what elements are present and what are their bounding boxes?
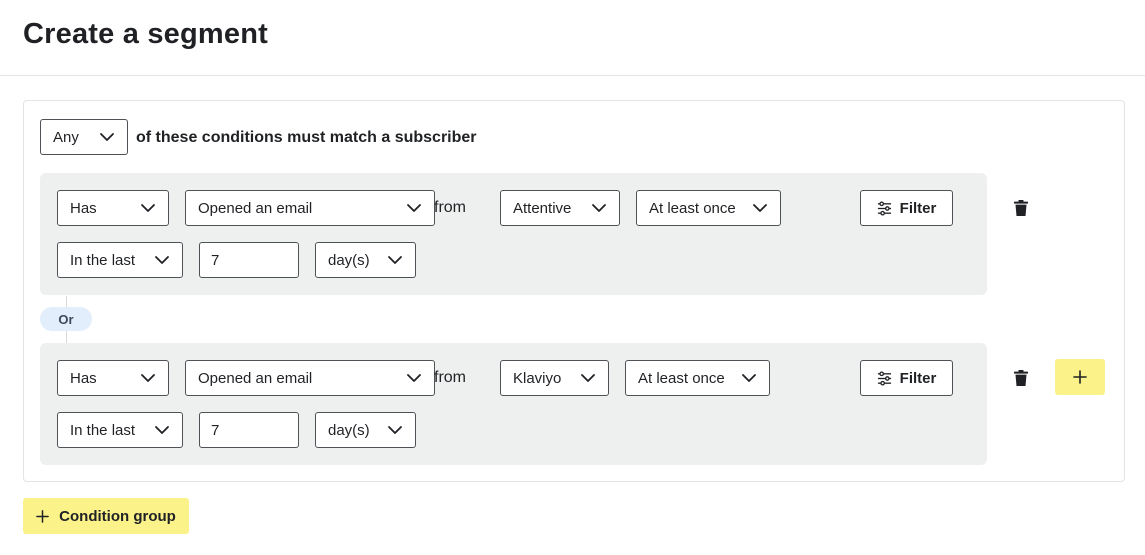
source-value: Klaviyo [513, 369, 562, 387]
filter-label: Filter [899, 199, 937, 217]
page-header: Create a segment [0, 0, 1145, 76]
frequency-value: At least once [638, 369, 725, 387]
add-or-condition-button[interactable] [1055, 359, 1105, 395]
chevron-down-icon [140, 370, 156, 386]
condition-group-label: Condition group [59, 507, 176, 525]
has-select[interactable]: Has [57, 360, 169, 396]
source-select[interactable]: Attentive [500, 190, 620, 226]
timeframe-select[interactable]: In the last [57, 412, 183, 448]
timeframe-value: In the last [70, 421, 136, 439]
amount-input[interactable] [199, 242, 299, 278]
segment-definition-panel: Any of these conditions must match a sub… [23, 100, 1125, 482]
has-value: Has [70, 369, 97, 387]
from-label: from [434, 369, 466, 386]
source-select[interactable]: Klaviyo [500, 360, 609, 396]
amount-input[interactable] [199, 412, 299, 448]
event-select[interactable]: Opened an email [185, 360, 435, 396]
timeframe-select[interactable]: In the last [57, 242, 183, 278]
page-title: Create a segment [23, 18, 268, 50]
or-badge: Or [40, 307, 92, 331]
frequency-select[interactable]: At least once [636, 190, 781, 226]
chevron-down-icon [154, 252, 170, 268]
from-label: from [434, 199, 466, 216]
condition-group: Has Opened an email from Klaviyo At leas… [40, 343, 987, 465]
match-mode-select[interactable]: Any [40, 119, 128, 155]
event-select[interactable]: Opened an email [185, 190, 435, 226]
unit-value: day(s) [328, 421, 370, 439]
sliders-icon [877, 201, 892, 216]
trash-icon [1014, 200, 1028, 216]
timeframe-value: In the last [70, 251, 136, 269]
filter-label: Filter [899, 369, 937, 387]
condition-group: Has Opened an email from Attentive At le… [40, 173, 987, 295]
chevron-down-icon [387, 422, 403, 438]
chevron-down-icon [406, 370, 422, 386]
add-condition-group-button[interactable]: Condition group [23, 498, 189, 534]
event-value: Opened an email [198, 369, 313, 387]
chevron-down-icon [140, 200, 156, 216]
sliders-icon [877, 371, 892, 386]
filter-button[interactable]: Filter [860, 360, 953, 396]
delete-condition-button[interactable] [1011, 368, 1031, 388]
trash-icon [1014, 370, 1028, 386]
unit-value: day(s) [328, 251, 370, 269]
plus-icon [36, 510, 49, 523]
chevron-down-icon [591, 200, 607, 216]
chevron-down-icon [99, 129, 115, 145]
event-value: Opened an email [198, 199, 313, 217]
filter-button[interactable]: Filter [860, 190, 953, 226]
chevron-down-icon [741, 370, 757, 386]
source-value: Attentive [513, 199, 572, 217]
unit-select[interactable]: day(s) [315, 242, 416, 278]
chevron-down-icon [154, 422, 170, 438]
match-description: of these conditions must match a subscri… [136, 129, 477, 146]
match-mode-value: Any [53, 128, 79, 146]
has-value: Has [70, 199, 97, 217]
has-select[interactable]: Has [57, 190, 169, 226]
chevron-down-icon [752, 200, 768, 216]
chevron-down-icon [406, 200, 422, 216]
chevron-down-icon [580, 370, 596, 386]
frequency-value: At least once [649, 199, 736, 217]
unit-select[interactable]: day(s) [315, 412, 416, 448]
frequency-select[interactable]: At least once [625, 360, 770, 396]
chevron-down-icon [387, 252, 403, 268]
delete-condition-button[interactable] [1011, 198, 1031, 218]
plus-icon [1073, 370, 1087, 384]
